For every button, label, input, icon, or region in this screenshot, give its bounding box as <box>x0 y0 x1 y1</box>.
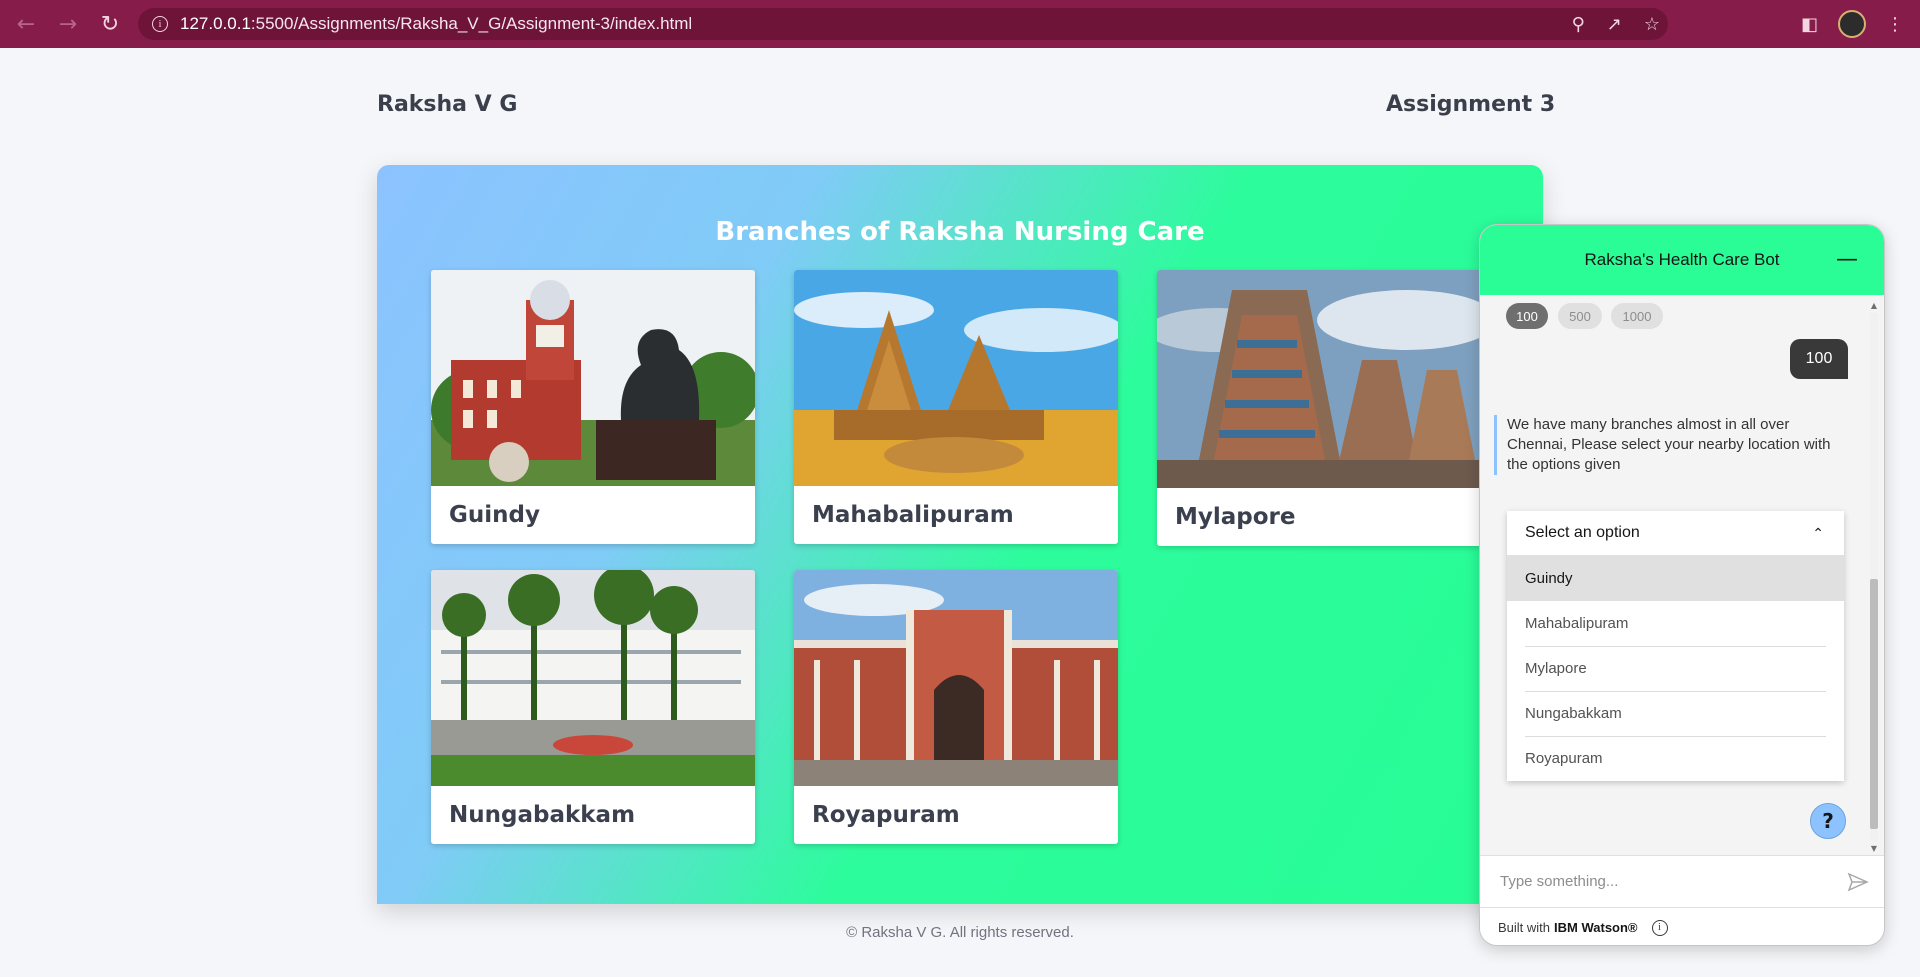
menu-kebab-icon[interactable]: ⋮ <box>1886 14 1904 35</box>
assignment-title: Assignment 3 <box>1386 92 1556 117</box>
branch-label: Guindy <box>449 502 540 528</box>
url-text: 127.0.0.1:5500/Assignments/Raksha_V_G/As… <box>180 14 692 34</box>
help-button[interactable]: ? <box>1810 803 1846 839</box>
forward-arrow-icon[interactable]: → <box>52 8 84 40</box>
address-bar[interactable]: i 127.0.0.1:5500/Assignments/Raksha_V_G/… <box>138 8 1668 40</box>
zoom-icon[interactable]: ⚲ <box>1572 14 1585 35</box>
dropdown-option-mylapore[interactable]: Mylapore <box>1507 646 1844 691</box>
scroll-up-arrow-icon[interactable]: ▲ <box>1868 301 1880 310</box>
branch-label: Mahabalipuram <box>812 502 1014 528</box>
reload-icon[interactable]: ↻ <box>94 8 126 40</box>
site-info-icon[interactable]: i <box>152 16 168 32</box>
chat-input-bar <box>1480 855 1884 907</box>
chevron-up-icon: ⌃ <box>1812 524 1824 541</box>
dropdown-toggle[interactable]: Select an option ⌃ <box>1507 511 1844 556</box>
url-host: 127.0.0.1 <box>180 14 251 33</box>
scroll-down-arrow-icon[interactable]: ▼ <box>1868 844 1880 853</box>
guindy-photo <box>431 270 755 486</box>
back-arrow-icon[interactable]: ← <box>10 8 42 40</box>
chat-title: Raksha's Health Care Bot <box>1584 250 1780 269</box>
message-input[interactable] <box>1500 873 1820 890</box>
branch-card-royapuram[interactable]: Royapuram <box>794 570 1118 844</box>
dropdown-option-guindy[interactable]: Guindy <box>1507 556 1844 601</box>
send-icon[interactable] <box>1846 870 1870 894</box>
option-chip-1000[interactable]: 1000 <box>1611 303 1663 329</box>
branch-card-nungabakkam[interactable]: Nungabakkam <box>431 570 755 844</box>
chat-header: Raksha's Health Care Bot — <box>1480 225 1884 295</box>
chatbot-window: Raksha's Health Care Bot — 100 500 1000 … <box>1479 224 1885 946</box>
dropdown-placeholder: Select an option <box>1525 524 1640 541</box>
royapuram-photo <box>794 570 1118 786</box>
dropdown-option-mahabalipuram[interactable]: Mahabalipuram <box>1507 601 1844 646</box>
profile-avatar[interactable] <box>1838 10 1866 38</box>
branch-card-guindy[interactable]: Guindy <box>431 270 755 544</box>
minimize-icon[interactable]: — <box>1836 247 1858 272</box>
panel-title: Branches of Raksha Nursing Care <box>715 217 1205 247</box>
bookmark-star-icon[interactable]: ☆ <box>1644 14 1660 35</box>
chat-scrollbar[interactable]: ▲ ▼ <box>1868 301 1880 853</box>
option-chip-500[interactable]: 500 <box>1558 303 1602 329</box>
dropdown-option-nungabakkam[interactable]: Nungabakkam <box>1507 691 1844 736</box>
mahabalipuram-photo <box>794 270 1118 486</box>
chat-messages[interactable]: 100 500 1000 100 We have many branches a… <box>1480 295 1870 855</box>
site-brand: Raksha V G <box>377 92 518 117</box>
option-chip-100[interactable]: 100 <box>1506 303 1548 329</box>
branches-panel: Branches of Raksha Nursing Care Guindy M… <box>377 165 1543 904</box>
dropdown-option-royapuram[interactable]: Royapuram <box>1507 736 1844 781</box>
branch-card-mahabalipuram[interactable]: Mahabalipuram <box>794 270 1118 544</box>
branch-label: Royapuram <box>812 802 960 828</box>
browser-toolbar: ← → ↻ i 127.0.0.1:5500/Assignments/Raksh… <box>0 0 1920 48</box>
location-dropdown[interactable]: Select an option ⌃ Guindy Mahabalipuram … <box>1507 511 1844 781</box>
branch-card-mylapore[interactable]: Mylapore <box>1157 270 1481 546</box>
mylapore-photo <box>1157 270 1481 488</box>
branch-label: Nungabakkam <box>449 802 636 828</box>
branch-label: Mylapore <box>1175 504 1296 530</box>
scroll-thumb[interactable] <box>1870 579 1878 829</box>
bot-message: We have many branches almost in all over… <box>1494 415 1834 475</box>
nungabakkam-photo <box>431 570 755 786</box>
page-footer: © Raksha V G. All rights reserved. <box>846 924 1074 941</box>
share-icon[interactable]: ↗ <box>1607 14 1622 35</box>
user-message-bubble: 100 <box>1790 339 1848 379</box>
url-path: :5500/Assignments/Raksha_V_G/Assignment-… <box>250 14 693 33</box>
side-panel-icon[interactable]: ◧ <box>1801 14 1818 35</box>
